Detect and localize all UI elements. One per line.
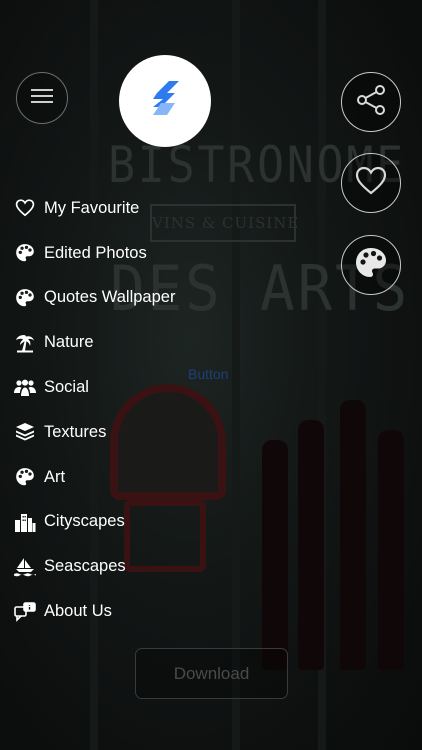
palette-icon	[14, 287, 36, 309]
app-icon	[119, 55, 211, 147]
favourite-button[interactable]	[341, 153, 401, 213]
heart-icon	[355, 166, 387, 201]
menu-item-label: My Favourite	[44, 198, 140, 217]
menu-item-label: Seascapes	[44, 557, 126, 576]
edit-palette-button[interactable]	[341, 235, 401, 295]
menu-item-quotes-wallpaper[interactable]: Quotes Wallpaper	[14, 276, 175, 321]
palette-icon	[14, 242, 36, 264]
info-chat-icon	[14, 601, 36, 623]
menu-item-label: Nature	[44, 333, 94, 352]
menu-item-edited-photos[interactable]: Edited Photos	[14, 231, 175, 276]
menu-item-art[interactable]: Art	[14, 455, 175, 500]
hamburger-icon	[31, 88, 53, 109]
menu-item-label: Edited Photos	[44, 243, 147, 262]
menu-item-textures[interactable]: Textures	[14, 410, 175, 455]
menu-item-my-favourite[interactable]: My Favourite	[14, 186, 175, 231]
city-icon	[14, 511, 36, 533]
menu-item-label: Textures	[44, 422, 107, 441]
share-icon	[354, 83, 388, 122]
layers-icon	[14, 421, 36, 443]
palette-icon	[14, 466, 36, 488]
palette-icon	[354, 246, 388, 285]
app-logo-icon	[145, 79, 185, 124]
sea-icon	[14, 556, 36, 578]
heart-outline-icon	[14, 197, 36, 219]
placeholder-button[interactable]: Button	[188, 366, 228, 382]
menu-item-seascapes[interactable]: Seascapes	[14, 544, 175, 589]
menu-item-social[interactable]: Social	[14, 365, 175, 410]
menu-item-cityscapes[interactable]: Cityscapes	[14, 500, 175, 545]
menu-item-label: Cityscapes	[44, 512, 125, 531]
menu-item-label: About Us	[44, 602, 112, 621]
people-icon	[14, 377, 36, 399]
menu-item-label: Art	[44, 467, 66, 486]
menu-item-label: Social	[44, 378, 89, 397]
download-button[interactable]: Download	[135, 648, 288, 699]
palm-tree-icon	[14, 332, 36, 354]
menu-button[interactable]	[16, 72, 68, 124]
menu-item-nature[interactable]: Nature	[14, 320, 175, 365]
menu-item-label: Quotes Wallpaper	[44, 288, 176, 307]
category-menu: My Favourite Edited Photos Quotes Wallpa…	[14, 186, 175, 634]
share-button[interactable]	[341, 72, 401, 132]
menu-item-about-us[interactable]: About Us	[14, 589, 175, 634]
